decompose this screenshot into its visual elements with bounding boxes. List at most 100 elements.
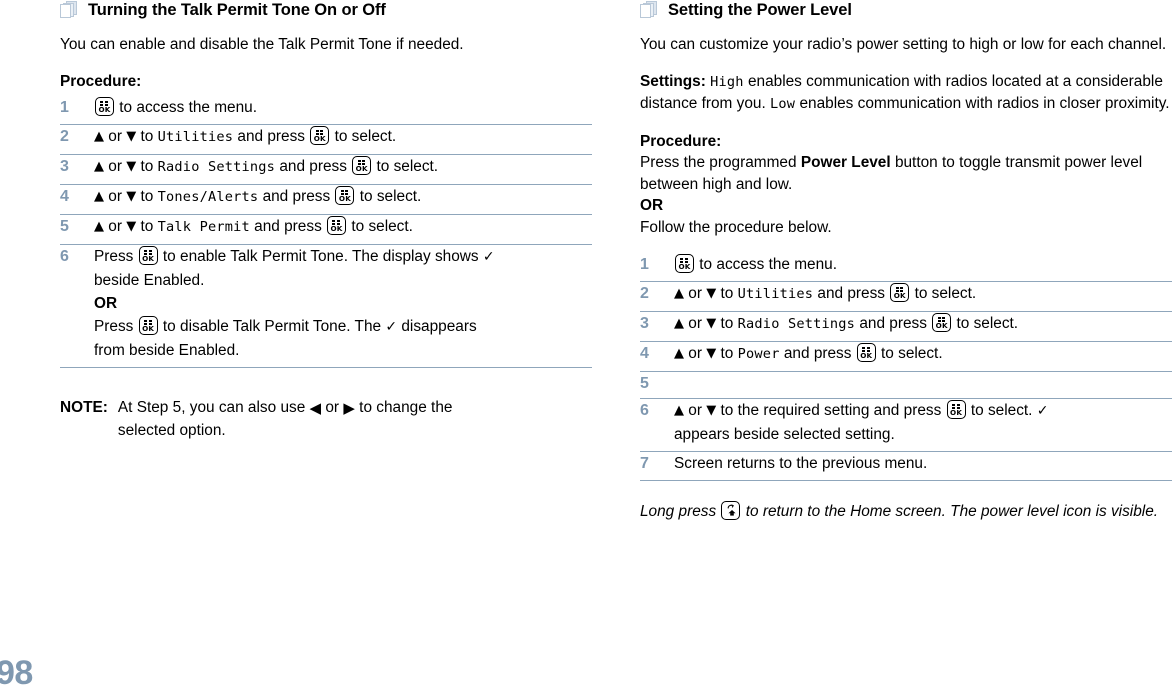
step-number: 2 bbox=[640, 285, 649, 302]
step-tail: to select. bbox=[376, 158, 439, 175]
and-press-label: and press bbox=[237, 128, 305, 145]
up-arrow-icon[interactable]: ▲ bbox=[674, 317, 684, 330]
or-label: or bbox=[108, 128, 122, 145]
up-arrow-icon[interactable]: ▲ bbox=[94, 130, 104, 143]
footer-text-b: to return to the Home screen. The power … bbox=[745, 503, 1159, 520]
right-step-list: 1 OK to access the menu. 2 ▲ or ▼ to Uti… bbox=[640, 253, 1172, 481]
left-arrow-icon[interactable]: ◀ bbox=[310, 401, 322, 416]
ok-key-icon[interactable]: OK bbox=[335, 186, 355, 205]
step-text: Screen returns to the previous menu. bbox=[674, 455, 928, 472]
ok-key-icon[interactable]: OK bbox=[946, 400, 966, 419]
step-text: ▲ or ▼ to Tones/Alerts and press OK to s… bbox=[94, 185, 592, 209]
ok-key-icon[interactable]: OK bbox=[352, 156, 372, 175]
step-item: 1 OK to access the menu. bbox=[60, 96, 592, 125]
step-text-b: to select. bbox=[970, 402, 1033, 419]
step-item: 5 ▲ or ▼ to Talk Permit and press OK to … bbox=[60, 215, 592, 245]
step-text: OK to access the menu. bbox=[94, 96, 592, 119]
step-tail: to select. bbox=[359, 188, 422, 205]
down-arrow-icon[interactable]: ▼ bbox=[706, 287, 716, 300]
left-heading-text: Turning the Talk Permit Tone On or Off bbox=[88, 1, 386, 19]
step-text: ▲ or ▼ to Utilities and press OK to sele… bbox=[674, 282, 1172, 306]
step-text: Press OK to enable Talk Permit Tone. The… bbox=[94, 245, 592, 362]
and-press-label: and press bbox=[254, 218, 322, 235]
menu-item-label: Radio Settings bbox=[737, 316, 856, 332]
step-item: 2 ▲ or ▼ to Utilities and press OK to se… bbox=[640, 282, 1172, 312]
setting-value-low: Low bbox=[770, 96, 796, 112]
step-item: 7 Screen returns to the previous menu. bbox=[640, 452, 1172, 481]
and-press-label: and press bbox=[783, 345, 852, 362]
back-home-key-icon[interactable] bbox=[721, 501, 741, 520]
or-label: or bbox=[108, 158, 122, 175]
step-tail: to select. bbox=[914, 285, 977, 302]
right-section-heading: Setting the Power Level bbox=[640, 0, 1172, 20]
step-item: 4 ▲ or ▼ to Power and press OK to select… bbox=[640, 342, 1172, 372]
or-label: or bbox=[688, 402, 702, 419]
ok-key-icon[interactable]: OK bbox=[138, 246, 158, 265]
left-section-heading: Turning the Talk Permit Tone On or Off bbox=[60, 0, 592, 20]
menu-item-label: Talk Permit bbox=[157, 219, 250, 235]
up-arrow-icon[interactable]: ▲ bbox=[674, 347, 684, 360]
down-arrow-icon[interactable]: ▼ bbox=[706, 404, 716, 417]
step-text: OK to access the menu. bbox=[674, 253, 1172, 276]
step-text: ▲ or ▼ to Utilities and press OK to sele… bbox=[94, 125, 592, 149]
ok-key-icon[interactable]: OK bbox=[95, 97, 114, 116]
down-arrow-icon[interactable]: ▼ bbox=[126, 220, 136, 233]
step-text: ▲ or ▼ to Radio Settings and press OK to… bbox=[94, 155, 592, 179]
or-label: or bbox=[688, 315, 702, 332]
step-text-a: to the required setting and press bbox=[720, 402, 942, 419]
note-text-b: to change the bbox=[359, 399, 453, 416]
right-intro-paragraph: You can customize your radio’s power set… bbox=[640, 36, 1167, 53]
stacked-pages-icon bbox=[60, 1, 79, 20]
stacked-pages-icon bbox=[640, 1, 659, 20]
step-text: ▲ or ▼ to Power and press OK to select. bbox=[674, 342, 1172, 366]
step-tail: to select. bbox=[956, 315, 1019, 332]
manual-page: Turning the Talk Permit Tone On or Off Y… bbox=[0, 0, 1172, 693]
step-number: 4 bbox=[640, 345, 649, 362]
footer-text-a: Long press bbox=[640, 503, 717, 520]
step-item: 1 OK to access the menu. bbox=[640, 253, 1172, 282]
footer-note: Long press to return to the Home screen.… bbox=[640, 501, 1172, 523]
up-arrow-icon[interactable]: ▲ bbox=[94, 220, 104, 233]
enable-text: to enable Talk Permit Tone. The display … bbox=[162, 248, 479, 265]
up-arrow-icon[interactable]: ▲ bbox=[674, 404, 684, 417]
ok-key-icon[interactable]: OK bbox=[856, 343, 876, 362]
down-arrow-icon[interactable]: ▼ bbox=[126, 190, 136, 203]
ok-key-icon[interactable]: OK bbox=[327, 216, 347, 235]
to-label: to bbox=[720, 285, 734, 302]
right-arrow-icon[interactable]: ▶ bbox=[343, 401, 355, 416]
or-separator: OR bbox=[640, 197, 664, 214]
step-number: 7 bbox=[640, 455, 649, 472]
left-step-list: 1 OK to access the menu. 2 ▲ or ▼ to Uti… bbox=[60, 96, 592, 368]
settings-paragraph: Settings: High enables communication wit… bbox=[640, 71, 1172, 116]
down-arrow-icon[interactable]: ▼ bbox=[126, 130, 136, 143]
up-arrow-icon[interactable]: ▲ bbox=[94, 160, 104, 173]
ok-key-icon[interactable]: OK bbox=[890, 283, 910, 302]
down-arrow-icon[interactable]: ▼ bbox=[706, 317, 716, 330]
step-item-empty: 5 bbox=[640, 372, 1172, 399]
down-arrow-icon[interactable]: ▼ bbox=[706, 347, 716, 360]
to-label: to bbox=[140, 158, 154, 175]
ok-key-icon[interactable]: OK bbox=[138, 316, 158, 335]
up-arrow-icon[interactable]: ▲ bbox=[674, 287, 684, 300]
ok-key-icon[interactable]: OK bbox=[675, 254, 694, 273]
step-text-line2: appears beside selected setting. bbox=[674, 426, 895, 443]
ok-key-icon[interactable]: OK bbox=[310, 126, 330, 145]
and-press-label: and press bbox=[279, 158, 347, 175]
step-number: 5 bbox=[60, 218, 69, 235]
down-arrow-icon[interactable]: ▼ bbox=[126, 160, 136, 173]
up-arrow-icon[interactable]: ▲ bbox=[94, 190, 104, 203]
or-label: or bbox=[108, 218, 122, 235]
left-column: Turning the Talk Permit Tone On or Off Y… bbox=[60, 0, 592, 442]
step-tail: to access the menu. bbox=[119, 99, 258, 116]
step-item: 4 ▲ or ▼ to Tones/Alerts and press OK to… bbox=[60, 185, 592, 215]
ok-key-icon[interactable]: OK bbox=[932, 313, 952, 332]
step-number: 6 bbox=[60, 248, 69, 265]
press-label: Press bbox=[94, 248, 134, 265]
step-number: 5 bbox=[640, 375, 649, 392]
note-text-a: At Step 5, you can also use bbox=[117, 399, 306, 416]
right-heading-text: Setting the Power Level bbox=[668, 1, 852, 19]
step-item: 3 ▲ or ▼ to Radio Settings and press OK … bbox=[60, 155, 592, 185]
and-press-label: and press bbox=[817, 285, 885, 302]
to-label: to bbox=[140, 128, 154, 145]
to-label: to bbox=[720, 345, 734, 362]
